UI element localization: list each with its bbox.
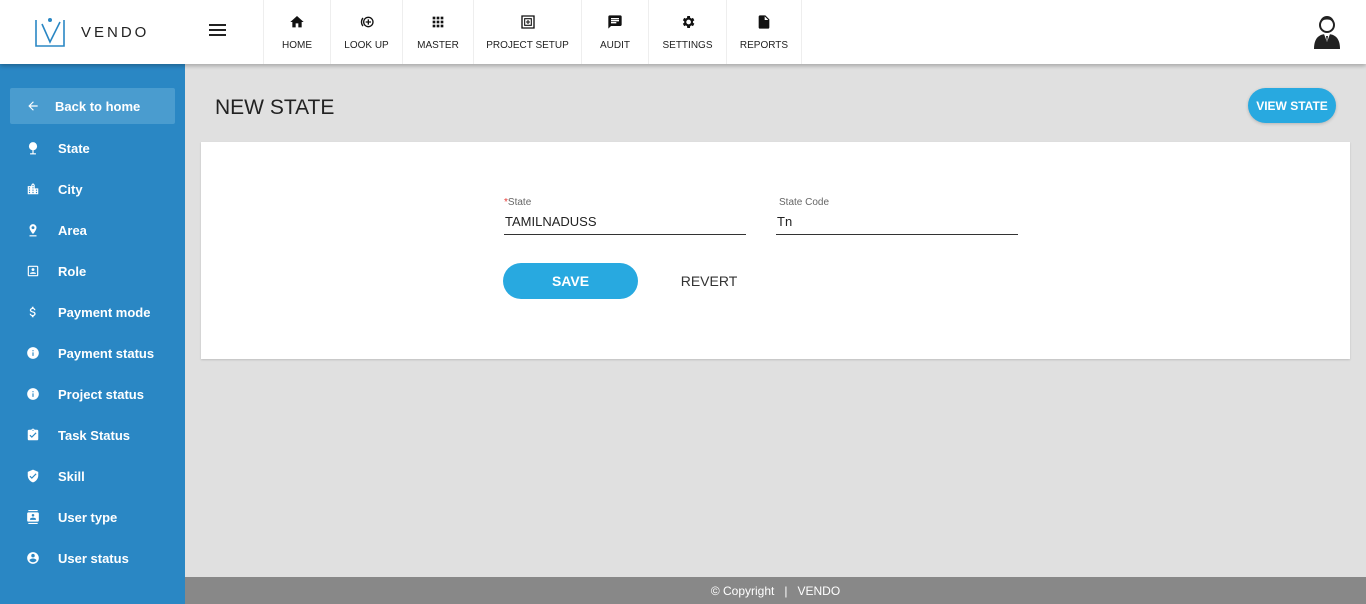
page-title: NEW STATE — [215, 96, 335, 119]
location-icon — [29, 224, 37, 237]
clipboard-check-icon — [27, 428, 39, 441]
sidebar-item-state[interactable]: State — [0, 133, 185, 163]
view-state-button[interactable]: VIEW STATE — [1248, 88, 1336, 123]
account-circle-icon — [27, 552, 39, 564]
home-icon — [290, 16, 304, 28]
state-code-field: State Code — [776, 197, 1018, 235]
chat-icon — [608, 15, 622, 29]
state-code-field-label: State Code — [779, 197, 830, 208]
sidebar-item-skill[interactable]: Skill — [0, 461, 185, 491]
form-card — [201, 142, 1350, 359]
pin-icon — [28, 142, 38, 155]
top-bar: VENDO HOME LOOK UP MASTER PROJECT SETUP … — [0, 0, 1366, 64]
top-navigation: HOME LOOK UP MASTER PROJECT SETUP AUDIT … — [263, 0, 802, 64]
sidebar-item-area[interactable]: Area — [0, 215, 185, 245]
sidebar-item-user-type[interactable]: User type — [0, 502, 185, 532]
city-icon — [27, 183, 39, 195]
contact-card-icon — [27, 510, 39, 524]
state-code-input[interactable] — [776, 211, 1018, 235]
sidebar-item-user-status[interactable]: User status — [0, 543, 185, 573]
arrow-left-icon — [28, 101, 38, 111]
sidebar: Back to home State City Area Role Paymen… — [0, 64, 185, 604]
info-icon — [27, 388, 39, 400]
user-avatar-icon[interactable] — [1312, 15, 1342, 49]
nav-tab-reports[interactable]: REPORTS — [726, 0, 802, 64]
nav-tab-settings[interactable]: SETTINGS — [648, 0, 726, 64]
grid-icon — [432, 16, 444, 28]
state-field-label: *State — [504, 197, 532, 208]
sidebar-item-city[interactable]: City — [0, 174, 185, 204]
sidebar-item-project-status[interactable]: Project status — [0, 379, 185, 409]
save-button[interactable]: SAVE — [503, 263, 638, 299]
dollar-icon — [29, 306, 36, 318]
sidebar-item-payment-mode[interactable]: Payment mode — [0, 297, 185, 327]
nav-tab-project-setup[interactable]: PROJECT SETUP — [473, 0, 581, 64]
state-input[interactable] — [504, 211, 746, 235]
shield-check-icon — [27, 469, 39, 483]
gear-icon — [682, 16, 694, 28]
revert-button[interactable]: REVERT — [660, 263, 758, 299]
badge-icon — [27, 265, 39, 277]
sidebar-item-task-status[interactable]: Task Status — [0, 420, 185, 450]
project-icon — [520, 15, 535, 29]
document-icon — [758, 15, 770, 29]
nav-tab-master[interactable]: MASTER — [402, 0, 473, 64]
nav-tab-home[interactable]: HOME — [263, 0, 330, 64]
info-icon — [27, 347, 39, 359]
lookup-icon — [360, 16, 374, 28]
sidebar-item-role[interactable]: Role — [0, 256, 185, 286]
back-to-home-button[interactable]: Back to home — [10, 88, 175, 124]
nav-tab-audit[interactable]: AUDIT — [581, 0, 648, 64]
sidebar-item-payment-status[interactable]: Payment status — [0, 338, 185, 368]
state-field: *State — [504, 197, 746, 235]
vendo-logo-icon — [35, 18, 65, 47]
brand-name: VENDO — [81, 24, 150, 41]
nav-tab-look-up[interactable]: LOOK UP — [330, 0, 402, 64]
hamburger-menu-icon[interactable] — [209, 24, 229, 40]
footer-copyright: © Copyright | VENDO — [185, 577, 1366, 604]
